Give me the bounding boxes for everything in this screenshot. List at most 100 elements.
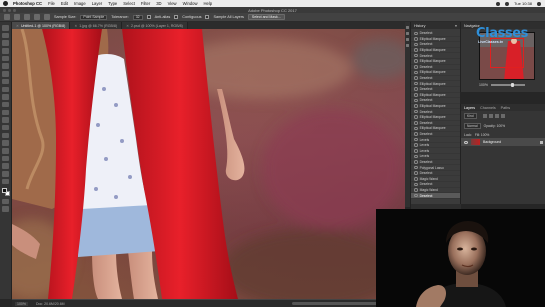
menu-window[interactable]: Window bbox=[183, 1, 198, 6]
foreground-color-swatch[interactable] bbox=[1, 188, 7, 194]
eraser-tool-icon[interactable] bbox=[2, 101, 9, 108]
menu-clock[interactable]: Tue 10:38 bbox=[514, 1, 532, 6]
document-canvas[interactable] bbox=[12, 29, 405, 299]
add-selection-icon[interactable] bbox=[34, 14, 40, 20]
move-tool-icon[interactable] bbox=[2, 25, 9, 31]
menu-edit[interactable]: Edit bbox=[61, 1, 68, 6]
tab-paths[interactable]: Paths bbox=[501, 106, 510, 110]
photo-girl-in-red-cape bbox=[12, 29, 405, 299]
menu-app-name[interactable]: Photoshop CC bbox=[13, 1, 42, 6]
shape-filter-icon[interactable] bbox=[500, 114, 505, 118]
gradient-tool-icon[interactable] bbox=[2, 109, 9, 116]
menu-help[interactable]: Help bbox=[204, 1, 213, 6]
navigator-zoom-row: 100% bbox=[479, 82, 525, 87]
visibility-eye-icon[interactable] bbox=[464, 140, 468, 144]
navigator-zoom-slider[interactable] bbox=[490, 82, 525, 87]
brush-tool-icon[interactable] bbox=[2, 78, 9, 85]
sample-all-checkbox[interactable] bbox=[205, 15, 210, 19]
menu-filter[interactable]: Filter bbox=[141, 1, 150, 6]
layer-row-background[interactable]: Background bbox=[461, 138, 545, 146]
crop-tool-icon[interactable] bbox=[2, 55, 9, 62]
antialias-checkbox[interactable] bbox=[146, 15, 151, 19]
healing-brush-icon[interactable] bbox=[2, 71, 9, 77]
history-state-row[interactable]: Deselect bbox=[411, 193, 460, 199]
zoom-level[interactable]: 100% bbox=[15, 301, 28, 306]
menu-type[interactable]: Type bbox=[108, 1, 117, 6]
history-brush-icon[interactable] bbox=[2, 94, 9, 100]
tab-channels[interactable]: Channels bbox=[480, 106, 496, 110]
opacity-field[interactable]: Opacity: 100% bbox=[484, 124, 505, 128]
pen-tool-icon[interactable] bbox=[2, 132, 9, 139]
doc-size[interactable]: Doc: 20.6M/20.6M bbox=[36, 302, 65, 306]
adjustments-panel-icon[interactable] bbox=[406, 38, 409, 41]
wifi-icon[interactable] bbox=[496, 1, 501, 6]
shape-tool-icon[interactable] bbox=[2, 155, 9, 162]
document-tab[interactable]: ✕ 2.psd @ 100% (Layer 1, RGB/8) bbox=[122, 22, 188, 29]
magic-wand-icon[interactable] bbox=[2, 48, 9, 54]
sample-size-select[interactable]: Point Sample bbox=[80, 14, 108, 20]
properties-panel-icon[interactable] bbox=[406, 32, 409, 35]
zoom-tool-icon[interactable] bbox=[2, 171, 9, 177]
minimize-window-icon[interactable] bbox=[8, 8, 11, 12]
path-selection-icon[interactable] bbox=[2, 148, 9, 154]
type-tool-icon[interactable] bbox=[2, 140, 9, 146]
history-state-icon bbox=[414, 148, 418, 153]
close-tab-icon[interactable]: ✕ bbox=[74, 24, 77, 28]
battery-icon[interactable] bbox=[505, 1, 510, 6]
spotlight-icon[interactable] bbox=[537, 1, 541, 6]
hand-tool-icon[interactable] bbox=[2, 163, 9, 169]
more-tools-icon[interactable] bbox=[2, 178, 9, 185]
clone-stamp-icon[interactable] bbox=[2, 86, 9, 92]
history-state-label: Levels bbox=[419, 148, 430, 153]
pixel-filter-icon[interactable] bbox=[482, 114, 487, 118]
menu-3d[interactable]: 3D bbox=[156, 1, 161, 6]
brush-panel-icon[interactable] bbox=[406, 44, 409, 47]
panel-menu-icon[interactable]: ≡ bbox=[455, 24, 457, 28]
layer-name[interactable]: Background bbox=[483, 140, 501, 144]
type-filter-icon[interactable] bbox=[494, 114, 499, 118]
document-tab[interactable]: ✕ 1.jpg @ 66.7% (RGB/8) bbox=[70, 22, 123, 29]
fill-field[interactable]: Fill: 100% bbox=[475, 133, 489, 137]
tolerance-input[interactable]: 32 bbox=[132, 14, 143, 20]
apple-icon[interactable] bbox=[3, 1, 8, 6]
eyedropper-tool-icon[interactable] bbox=[2, 63, 9, 69]
new-selection-icon[interactable] bbox=[24, 14, 30, 20]
blend-mode-select[interactable]: Normal bbox=[464, 123, 481, 129]
quick-mask-icon[interactable] bbox=[2, 198, 9, 205]
history-state-icon bbox=[414, 165, 418, 170]
screen-mode-icon[interactable] bbox=[2, 206, 9, 212]
home-icon[interactable] bbox=[4, 14, 10, 20]
close-tab-icon[interactable]: ✕ bbox=[16, 24, 19, 28]
lasso-tool-icon[interactable] bbox=[2, 40, 9, 46]
history-panel-title[interactable]: History bbox=[414, 24, 425, 28]
adjustment-filter-icon[interactable] bbox=[488, 114, 493, 118]
blur-tool-icon[interactable] bbox=[2, 117, 9, 123]
subtract-selection-icon[interactable] bbox=[44, 14, 50, 20]
zoom-window-icon[interactable] bbox=[13, 8, 16, 12]
history-state-label: Deselect bbox=[419, 131, 433, 136]
menu-view[interactable]: View bbox=[168, 1, 177, 6]
history-state-label: Deselect bbox=[419, 159, 433, 164]
history-state-icon bbox=[414, 171, 418, 175]
antialias-label: Anti-alias bbox=[154, 15, 171, 19]
slider-thumb[interactable] bbox=[510, 82, 514, 87]
horizontal-scrollbar[interactable] bbox=[292, 302, 387, 305]
history-panel-icon[interactable] bbox=[406, 26, 409, 29]
close-tab-icon[interactable]: ✕ bbox=[126, 24, 129, 28]
document-tab[interactable]: ✕ Untitled-1 @ 100% (RGB/8) bbox=[12, 22, 71, 29]
contiguous-checkbox[interactable] bbox=[174, 15, 179, 19]
magic-wand-tool-icon[interactable] bbox=[14, 14, 20, 20]
menu-image[interactable]: Image bbox=[74, 1, 86, 6]
menu-file[interactable]: File bbox=[48, 1, 55, 6]
close-window-icon[interactable] bbox=[3, 8, 6, 12]
menu-select[interactable]: Select bbox=[123, 1, 135, 6]
navigator-zoom-value[interactable]: 100% bbox=[479, 83, 488, 87]
select-and-mask-button[interactable]: Select and Mask... bbox=[247, 14, 285, 20]
layers-panel-tabs: Layers Channels Paths bbox=[461, 104, 545, 111]
marquee-tool-icon[interactable] bbox=[2, 32, 9, 39]
color-swatches[interactable] bbox=[1, 188, 10, 197]
tab-layers[interactable]: Layers bbox=[464, 106, 475, 110]
layer-kind-select[interactable]: Kind bbox=[464, 113, 477, 119]
menu-layer[interactable]: Layer bbox=[92, 1, 102, 6]
dodge-tool-icon[interactable] bbox=[2, 124, 9, 131]
